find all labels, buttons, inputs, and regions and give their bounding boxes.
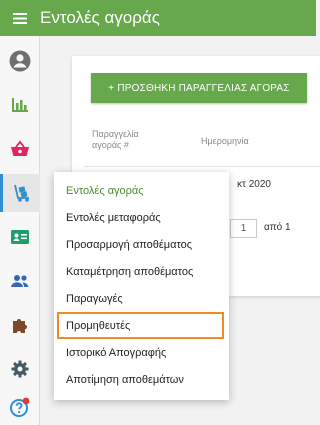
- people-icon: [11, 275, 29, 287]
- hamburger-menu-icon[interactable]: [0, 0, 40, 36]
- page-number-input[interactable]: [230, 219, 257, 238]
- hand-truck-icon: [13, 184, 29, 202]
- sidebar-item-settings[interactable]: [0, 350, 40, 388]
- bar-chart-icon: [12, 98, 28, 112]
- sidebar-item-reports[interactable]: [0, 86, 40, 124]
- sidebar-item-extensions[interactable]: [0, 306, 40, 344]
- page-title: Εντολές αγοράς: [40, 8, 160, 27]
- sidebar-nav: [0, 36, 40, 425]
- menu-item-productions[interactable]: Παραγωγές: [54, 285, 229, 312]
- menu-item-inventory-valuation[interactable]: Αποτίμηση αποθεμάτων: [54, 366, 229, 393]
- add-purchase-order-button[interactable]: + ΠΡΟΣΘΗΚΗ ΠΑΡΑΓΓΕΛΙΑΣ ΑΓΟΡΑΣ: [91, 73, 307, 103]
- top-app-bar: Εντολές αγοράς: [0, 0, 316, 36]
- column-header-order-number[interactable]: Παραγγελία αγοράς #: [92, 129, 152, 151]
- user-account-icon: [9, 50, 31, 72]
- shopping-basket-icon: [11, 140, 29, 156]
- puzzle-icon: [13, 319, 27, 333]
- sidebar-item-sales[interactable]: [0, 130, 40, 168]
- menu-item-inventory-count[interactable]: Καταμέτρηση αποθέματος: [54, 258, 229, 285]
- sidebar-item-contacts[interactable]: [0, 218, 40, 256]
- menu-item-stock-adjustment[interactable]: Προσαρμογή αποθέματος: [54, 231, 229, 258]
- sidebar-item-help[interactable]: [0, 388, 40, 425]
- column-header-date[interactable]: Ημερομηνία: [201, 136, 249, 147]
- sidebar-item-users[interactable]: [0, 262, 40, 300]
- purchases-submenu: Εντολές αγοράς Εντολές μεταφοράς Προσαρμ…: [54, 172, 229, 400]
- gear-icon: [11, 360, 29, 378]
- help-icon: [10, 397, 30, 417]
- menu-item-purchase-orders[interactable]: Εντολές αγοράς: [54, 177, 229, 204]
- sidebar-item-account[interactable]: [0, 42, 40, 80]
- table-header-divider: [84, 166, 320, 167]
- menu-item-suppliers[interactable]: Προμηθευτές: [57, 312, 224, 339]
- sidebar-item-purchases[interactable]: [0, 174, 40, 212]
- page-count-label: από 1: [264, 222, 291, 233]
- menu-item-inventory-history[interactable]: Ιστορικό Απογραφής: [54, 339, 229, 366]
- table-cell-date: κτ 2020: [237, 179, 271, 190]
- menu-item-transfer-orders[interactable]: Εντολές μεταφοράς: [54, 204, 229, 231]
- contact-card-icon: [11, 230, 29, 244]
